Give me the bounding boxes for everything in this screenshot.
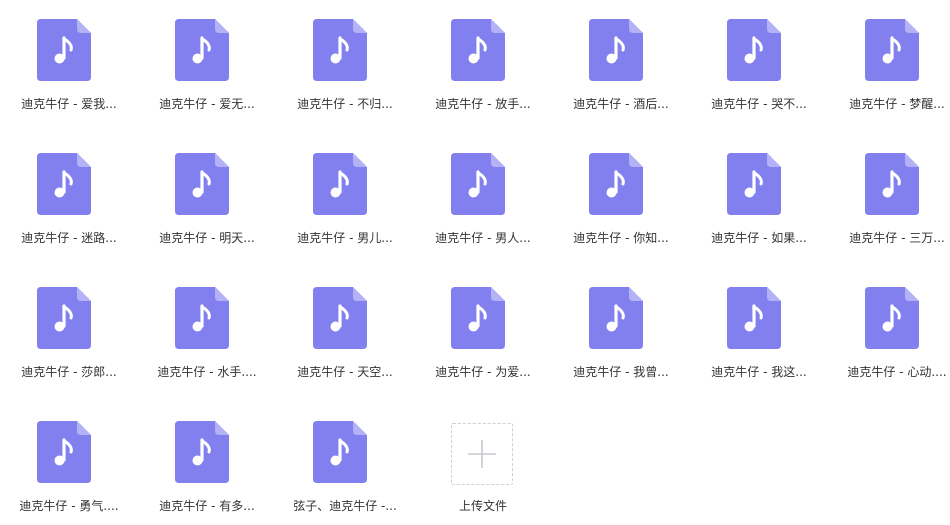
file-name: 迪克牛仔 - 水手.... [157,365,257,379]
music-file-icon [589,287,643,349]
music-file-icon [589,153,643,215]
file-item[interactable]: 迪克牛仔 - 心动.... [828,268,950,402]
music-file-icon [865,153,919,215]
file-item[interactable]: 迪克牛仔 - 有多... [138,402,276,525]
file-item[interactable]: 迪克牛仔 - 莎郎... [0,268,138,402]
file-item[interactable]: 迪克牛仔 - 水手.... [138,268,276,402]
music-file-icon [313,19,367,81]
file-item[interactable]: 迪克牛仔 - 哭不... [690,0,828,134]
plus-icon [452,424,512,484]
music-file-icon [727,153,781,215]
music-file-icon [37,421,91,483]
file-item[interactable]: 迪克牛仔 - 放手... [414,0,552,134]
file-name: 迪克牛仔 - 放手... [435,97,531,111]
file-name: 弦子、迪克牛仔 -... [293,499,397,513]
music-file-icon [865,19,919,81]
file-name: 迪克牛仔 - 哭不... [711,97,807,111]
music-file-icon [727,287,781,349]
file-name: 迪克牛仔 - 有多... [159,499,255,513]
music-file-icon [589,19,643,81]
file-item[interactable]: 弦子、迪克牛仔 -... [276,402,414,525]
music-file-icon [451,287,505,349]
music-file-icon [865,287,919,349]
music-file-icon [175,287,229,349]
file-name: 迪克牛仔 - 男人... [435,231,531,245]
file-name: 迪克牛仔 - 为爱... [435,365,531,379]
file-name: 迪克牛仔 - 男儿... [297,231,393,245]
upload-label: 上传文件 [458,499,507,513]
file-name: 迪克牛仔 - 不归... [297,97,393,111]
file-name: 迪克牛仔 - 酒后... [573,97,669,111]
upload-dropzone[interactable] [451,423,513,485]
music-file-icon [37,287,91,349]
music-file-icon [175,421,229,483]
music-file-icon [175,19,229,81]
file-item[interactable]: 迪克牛仔 - 我这... [690,268,828,402]
upload-file-button[interactable]: 上传文件 [414,402,552,525]
music-file-icon [451,153,505,215]
file-name: 迪克牛仔 - 爱我... [21,97,117,111]
file-name: 迪克牛仔 - 三万... [849,231,945,245]
file-grid: 迪克牛仔 - 爱我... 迪克牛仔 - 爱无... 迪克牛仔 - 不归... 迪克牛仔… [0,0,950,525]
file-name: 迪克牛仔 - 爱无... [159,97,255,111]
file-item[interactable]: 迪克牛仔 - 梦醒... [828,0,950,134]
file-name: 迪克牛仔 - 莎郎... [21,365,117,379]
file-name: 迪克牛仔 - 你知... [573,231,669,245]
file-item[interactable]: 迪克牛仔 - 勇气.... [0,402,138,525]
file-item[interactable]: 迪克牛仔 - 爱无... [138,0,276,134]
file-name: 迪克牛仔 - 梦醒... [849,97,945,111]
file-item[interactable]: 迪克牛仔 - 不归... [276,0,414,134]
file-name: 迪克牛仔 - 勇气.... [19,499,119,513]
music-file-icon [451,19,505,81]
music-file-icon [313,287,367,349]
file-item[interactable]: 迪克牛仔 - 男儿... [276,134,414,268]
file-item[interactable]: 迪克牛仔 - 如果... [690,134,828,268]
file-name: 迪克牛仔 - 迷路... [21,231,117,245]
file-item[interactable]: 迪克牛仔 - 你知... [552,134,690,268]
music-file-icon [727,19,781,81]
file-item[interactable]: 迪克牛仔 - 天空... [276,268,414,402]
file-name: 迪克牛仔 - 心动.... [847,365,947,379]
file-name: 迪克牛仔 - 我这... [711,365,807,379]
music-file-icon [313,153,367,215]
file-item[interactable]: 迪克牛仔 - 酒后... [552,0,690,134]
music-file-icon [37,19,91,81]
file-name: 迪克牛仔 - 明天... [159,231,255,245]
file-item[interactable]: 迪克牛仔 - 迷路... [0,134,138,268]
file-name: 迪克牛仔 - 如果... [711,231,807,245]
file-item[interactable]: 迪克牛仔 - 明天... [138,134,276,268]
file-name: 迪克牛仔 - 我曾... [573,365,669,379]
file-item[interactable]: 迪克牛仔 - 我曾... [552,268,690,402]
file-item[interactable]: 迪克牛仔 - 男人... [414,134,552,268]
music-file-icon [37,153,91,215]
file-item[interactable]: 迪克牛仔 - 为爱... [414,268,552,402]
file-name: 迪克牛仔 - 天空... [297,365,393,379]
file-item[interactable]: 迪克牛仔 - 三万... [828,134,950,268]
music-file-icon [313,421,367,483]
file-item[interactable]: 迪克牛仔 - 爱我... [0,0,138,134]
music-file-icon [175,153,229,215]
